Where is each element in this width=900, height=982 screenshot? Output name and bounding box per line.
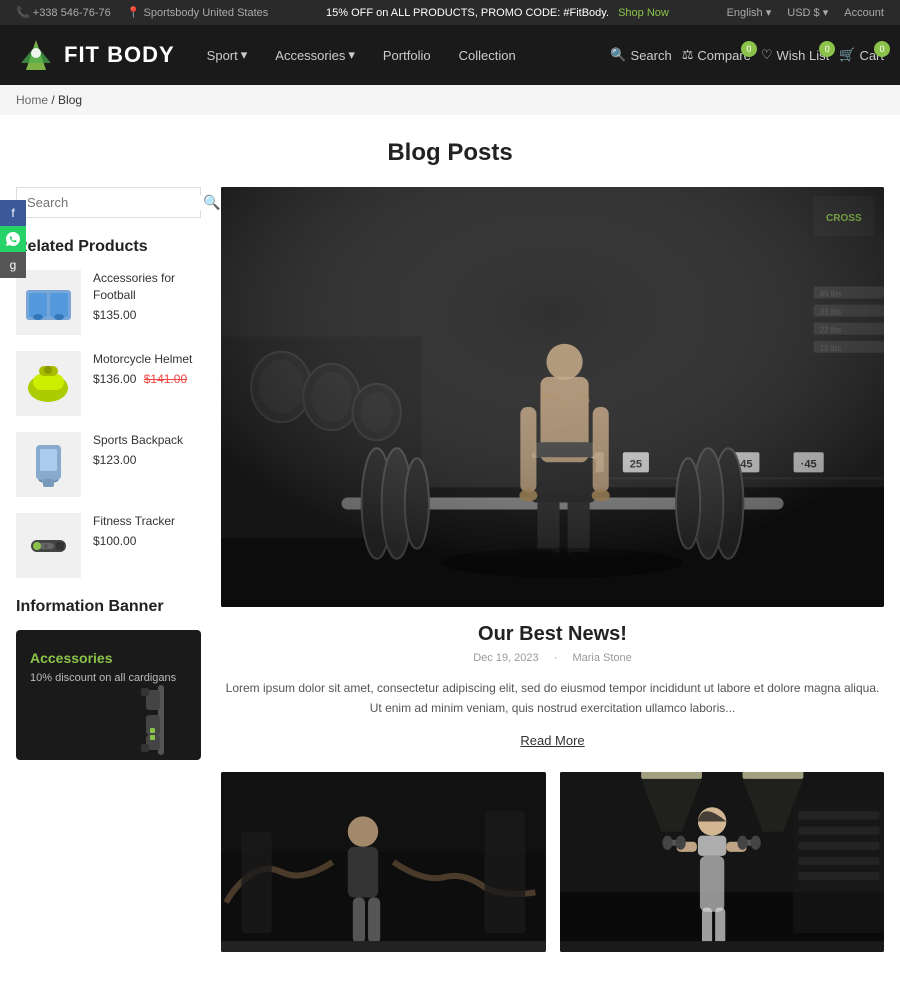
sidebar: 🔍 Related Products Accessories for Footb… — [16, 187, 221, 952]
read-more-link[interactable]: Read More — [221, 733, 884, 748]
compare-icon: ⚖ — [682, 47, 694, 63]
bottom-post-2 — [560, 772, 885, 952]
search-icon: 🔍 — [610, 47, 626, 63]
location-icon: 📍 — [127, 7, 144, 19]
bottom-post-image-2 — [560, 772, 885, 952]
blog-date: Dec 19, 2023 — [473, 652, 538, 664]
product-price-2: $136.00 $141.00 — [93, 372, 201, 386]
language-selector[interactable]: English ▾ — [727, 6, 772, 19]
currency-selector[interactable]: USD $ ▾ — [787, 6, 828, 19]
nav-portfolio[interactable]: Portfolio — [371, 40, 443, 71]
account-link[interactable]: Account — [844, 7, 884, 19]
logo-icon — [16, 35, 56, 75]
product-name-2[interactable]: Motorcycle Helmet — [93, 351, 201, 368]
blog-author: Maria Stone — [572, 652, 631, 664]
product-price-4: $100.00 — [93, 534, 201, 548]
blog-excerpt: Lorem ipsum dolor sit amet, consectetur … — [221, 678, 884, 719]
info-banner: Accessories 10% discount on all cardigan… — [16, 630, 201, 760]
blog-post-title: Our Best News! — [221, 623, 884, 646]
header: FIT BODY Sport ▾ Accessories ▾ Portfolio… — [0, 25, 900, 85]
compare-badge: 0 — [741, 41, 757, 57]
product-price-1: $135.00 — [93, 308, 201, 322]
breadcrumb-home[interactable]: Home — [16, 93, 48, 107]
product-price-3: $123.00 — [93, 453, 201, 467]
facebook-icon[interactable]: f — [0, 200, 26, 226]
search-input[interactable] — [27, 195, 203, 210]
cart-action[interactable]: 🛒 Cart 0 — [839, 47, 884, 63]
product-image-3 — [16, 432, 81, 497]
social-other-icon[interactable]: g — [0, 252, 26, 278]
promo-banner: 15% OFF on ALL PRODUCTS, PROMO CODE: #Fi… — [326, 7, 669, 19]
cart-icon: 🛒 — [839, 47, 855, 63]
whatsapp-icon[interactable] — [0, 226, 26, 252]
product-image-2 — [16, 351, 81, 416]
search-icon[interactable]: 🔍 — [203, 194, 220, 211]
bottom-post-image-1 — [221, 772, 546, 952]
gym-scene-svg: 10 15 25 45 ·45 — [221, 187, 884, 607]
product-info-3: Sports Backpack $123.00 — [93, 432, 201, 467]
shop-now-link[interactable]: Shop Now — [618, 7, 669, 19]
top-bar-right: English ▾ USD $ ▾ Account — [727, 6, 884, 19]
related-product-2: Motorcycle Helmet $136.00 $141.00 — [16, 351, 201, 416]
product-name-4[interactable]: Fitness Tracker — [93, 513, 201, 530]
wishlist-badge: 0 — [819, 41, 835, 57]
blog-meta: Dec 19, 2023 · Maria Stone — [221, 652, 884, 664]
heart-icon: ♡ — [761, 47, 773, 63]
logo[interactable]: FIT BODY — [16, 35, 175, 75]
search-action[interactable]: 🔍 Search — [610, 47, 671, 63]
product-info-1: Accessories for Football $135.00 — [93, 270, 201, 322]
chevron-down-icon: ▾ — [348, 47, 355, 63]
bottom-posts — [221, 772, 884, 952]
product-info-2: Motorcycle Helmet $136.00 $141.00 — [93, 351, 201, 386]
meta-separator: · — [554, 652, 561, 664]
breadcrumb-current: Blog — [58, 93, 82, 107]
product-name-3[interactable]: Sports Backpack — [93, 432, 201, 449]
nav-actions: 🔍 Search ⚖ Compare 0 ♡ Wish List 0 🛒 Car… — [610, 47, 884, 63]
main-layout: 🔍 Related Products Accessories for Footb… — [0, 187, 900, 982]
main-nav: Sport ▾ Accessories ▾ Portfolio Collecti… — [195, 39, 591, 71]
compare-action[interactable]: ⚖ Compare 0 — [682, 47, 751, 63]
top-bar: 📞 +338 546-76-76 📍 Sportsbody United Sta… — [0, 0, 900, 25]
related-product-4: Fitness Tracker $100.00 — [16, 513, 201, 578]
nav-accessories[interactable]: Accessories ▾ — [263, 39, 367, 71]
social-icons: f g — [0, 200, 26, 278]
wishlist-action[interactable]: ♡ Wish List 0 — [761, 47, 829, 63]
sidebar-search-container: 🔍 — [16, 187, 201, 218]
product-info-4: Fitness Tracker $100.00 — [93, 513, 201, 548]
related-product-1: Accessories for Football $135.00 — [16, 270, 201, 335]
hero-post-image: 10 15 25 45 ·45 — [221, 187, 884, 607]
location: 📍 Sportsbody United States — [127, 6, 269, 19]
product-image-1 — [16, 270, 81, 335]
top-bar-left: 📞 +338 546-76-76 📍 Sportsbody United Sta… — [16, 6, 268, 19]
chevron-down-icon: ▾ — [241, 47, 248, 63]
cart-badge: 0 — [874, 41, 890, 57]
bottom-post-1 — [221, 772, 546, 952]
nav-sport[interactable]: Sport ▾ — [195, 39, 260, 71]
banner-category: Accessories — [30, 650, 187, 666]
product-image-4 — [16, 513, 81, 578]
info-banner-title: Information Banner — [16, 598, 201, 616]
phone-number: 📞 +338 546-76-76 — [16, 6, 111, 19]
main-content: 10 15 25 45 ·45 — [221, 187, 884, 952]
product-name-1[interactable]: Accessories for Football — [93, 270, 201, 304]
related-products-title: Related Products — [16, 238, 201, 256]
breadcrumb: Home / Blog — [0, 85, 900, 115]
related-product-3: Sports Backpack $123.00 — [16, 432, 201, 497]
page-title: Blog Posts — [0, 115, 900, 187]
dumbbell-icon — [131, 670, 191, 760]
phone-icon: 📞 — [16, 7, 33, 19]
nav-collection[interactable]: Collection — [447, 40, 528, 71]
